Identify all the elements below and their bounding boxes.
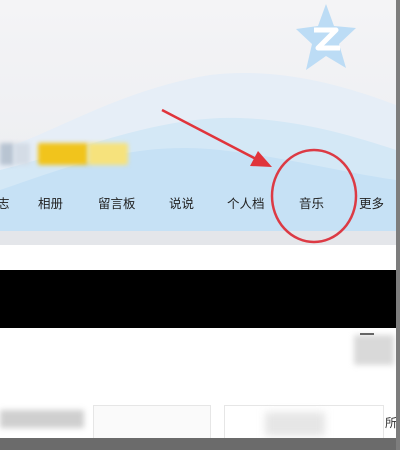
blurred-username [0,143,14,165]
minimize-mark-icon[interactable] [360,333,374,335]
nav-item-profile[interactable]: 个人档 [227,193,265,212]
blurred-username [14,143,30,165]
black-band [0,270,396,328]
qzone-header-banner: 志 相册 留言板 说说 个人档 音乐 更多 [0,0,396,245]
browser-viewport: 志 相册 留言板 说说 个人档 音乐 更多 所 [0,0,396,450]
nav-item-music[interactable]: 音乐 [299,193,324,212]
bottom-bar [0,438,396,450]
nav-item-more[interactable]: 更多 [359,193,384,212]
nav-item-message-board[interactable]: 留言板 [98,193,136,212]
blurred-text [0,410,84,428]
nav-bottom-strip [0,231,396,245]
nav-item-diary[interactable]: 志 [0,193,10,212]
blurred-badge [88,143,128,165]
qzone-star-logo-icon [296,4,356,70]
spacer [0,245,396,270]
nav-item-shuoshuo[interactable]: 说说 [169,193,194,212]
window-edge [396,0,400,450]
blurred-badge [38,143,88,165]
nav-bar: 志 相册 留言板 说说 个人档 音乐 更多 [0,181,396,223]
blurred-avatar [354,335,394,365]
truncated-text: 所 [385,416,396,430]
nav-item-album[interactable]: 相册 [38,193,63,212]
